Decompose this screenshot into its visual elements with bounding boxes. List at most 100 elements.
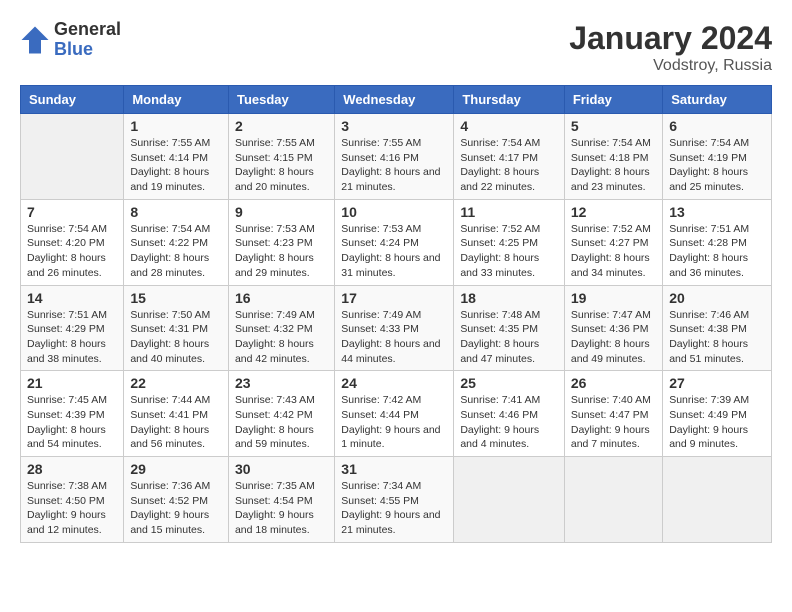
cell-day-number: 18 (460, 290, 558, 306)
cell-sunset: Sunset: 4:54 PM (235, 494, 328, 509)
cell-day-number: 26 (571, 375, 656, 391)
cell-day-number: 19 (571, 290, 656, 306)
calendar-cell: 18 Sunrise: 7:48 AM Sunset: 4:35 PM Dayl… (454, 285, 565, 371)
cell-daylight: Daylight: 8 hours and 59 minutes. (235, 423, 328, 452)
calendar-cell: 20 Sunrise: 7:46 AM Sunset: 4:38 PM Dayl… (663, 285, 772, 371)
cell-sunrise: Sunrise: 7:49 AM (341, 308, 447, 323)
cell-sunset: Sunset: 4:15 PM (235, 151, 328, 166)
page-subtitle: Vodstroy, Russia (569, 57, 772, 75)
cell-daylight: Daylight: 8 hours and 19 minutes. (130, 165, 222, 194)
calendar-week-row: 1 Sunrise: 7:55 AM Sunset: 4:14 PM Dayli… (21, 114, 772, 200)
cell-daylight: Daylight: 8 hours and 23 minutes. (571, 165, 656, 194)
cell-day-number: 9 (235, 204, 328, 220)
cell-day-number: 14 (27, 290, 117, 306)
cell-sunset: Sunset: 4:50 PM (27, 494, 117, 509)
cell-daylight: Daylight: 8 hours and 44 minutes. (341, 337, 447, 366)
cell-day-number: 7 (27, 204, 117, 220)
calendar-cell: 16 Sunrise: 7:49 AM Sunset: 4:32 PM Dayl… (228, 285, 334, 371)
calendar-cell (21, 114, 124, 200)
cell-day-number: 23 (235, 375, 328, 391)
cell-sunset: Sunset: 4:25 PM (460, 236, 558, 251)
calendar-cell (564, 457, 662, 543)
cell-sunrise: Sunrise: 7:53 AM (235, 222, 328, 237)
cell-sunset: Sunset: 4:33 PM (341, 322, 447, 337)
cell-day-number: 20 (669, 290, 765, 306)
cell-sunset: Sunset: 4:52 PM (130, 494, 222, 509)
calendar-cell: 19 Sunrise: 7:47 AM Sunset: 4:36 PM Dayl… (564, 285, 662, 371)
cell-daylight: Daylight: 8 hours and 36 minutes. (669, 251, 765, 280)
cell-day-number: 24 (341, 375, 447, 391)
cell-daylight: Daylight: 8 hours and 51 minutes. (669, 337, 765, 366)
calendar-cell: 15 Sunrise: 7:50 AM Sunset: 4:31 PM Dayl… (124, 285, 229, 371)
cell-daylight: Daylight: 9 hours and 9 minutes. (669, 423, 765, 452)
cell-sunrise: Sunrise: 7:52 AM (460, 222, 558, 237)
cell-sunrise: Sunrise: 7:40 AM (571, 393, 656, 408)
cell-daylight: Daylight: 9 hours and 4 minutes. (460, 423, 558, 452)
cell-sunset: Sunset: 4:36 PM (571, 322, 656, 337)
cell-sunrise: Sunrise: 7:55 AM (235, 136, 328, 151)
cell-daylight: Daylight: 9 hours and 15 minutes. (130, 508, 222, 537)
calendar-week-row: 28 Sunrise: 7:38 AM Sunset: 4:50 PM Dayl… (21, 457, 772, 543)
calendar-cell: 2 Sunrise: 7:55 AM Sunset: 4:15 PM Dayli… (228, 114, 334, 200)
cell-day-number: 12 (571, 204, 656, 220)
calendar-table: SundayMondayTuesdayWednesdayThursdayFrid… (20, 85, 772, 543)
calendar-cell: 22 Sunrise: 7:44 AM Sunset: 4:41 PM Dayl… (124, 371, 229, 457)
cell-day-number: 29 (130, 461, 222, 477)
calendar-cell (663, 457, 772, 543)
cell-sunset: Sunset: 4:46 PM (460, 408, 558, 423)
calendar-cell: 13 Sunrise: 7:51 AM Sunset: 4:28 PM Dayl… (663, 199, 772, 285)
calendar-cell: 12 Sunrise: 7:52 AM Sunset: 4:27 PM Dayl… (564, 199, 662, 285)
cell-sunset: Sunset: 4:18 PM (571, 151, 656, 166)
calendar-cell: 11 Sunrise: 7:52 AM Sunset: 4:25 PM Dayl… (454, 199, 565, 285)
calendar-header-cell: Monday (124, 86, 229, 114)
cell-sunrise: Sunrise: 7:55 AM (341, 136, 447, 151)
cell-daylight: Daylight: 8 hours and 29 minutes. (235, 251, 328, 280)
cell-day-number: 8 (130, 204, 222, 220)
cell-daylight: Daylight: 8 hours and 34 minutes. (571, 251, 656, 280)
calendar-cell: 29 Sunrise: 7:36 AM Sunset: 4:52 PM Dayl… (124, 457, 229, 543)
cell-sunset: Sunset: 4:27 PM (571, 236, 656, 251)
cell-day-number: 4 (460, 118, 558, 134)
calendar-cell: 6 Sunrise: 7:54 AM Sunset: 4:19 PM Dayli… (663, 114, 772, 200)
calendar-cell: 9 Sunrise: 7:53 AM Sunset: 4:23 PM Dayli… (228, 199, 334, 285)
calendar-cell: 26 Sunrise: 7:40 AM Sunset: 4:47 PM Dayl… (564, 371, 662, 457)
cell-daylight: Daylight: 8 hours and 22 minutes. (460, 165, 558, 194)
title-block: January 2024 Vodstroy, Russia (569, 20, 772, 75)
cell-day-number: 25 (460, 375, 558, 391)
cell-sunrise: Sunrise: 7:55 AM (130, 136, 222, 151)
calendar-cell: 1 Sunrise: 7:55 AM Sunset: 4:14 PM Dayli… (124, 114, 229, 200)
cell-sunset: Sunset: 4:19 PM (669, 151, 765, 166)
cell-daylight: Daylight: 8 hours and 20 minutes. (235, 165, 328, 194)
calendar-header-cell: Thursday (454, 86, 565, 114)
cell-sunrise: Sunrise: 7:54 AM (669, 136, 765, 151)
calendar-header-row: SundayMondayTuesdayWednesdayThursdayFrid… (21, 86, 772, 114)
cell-day-number: 28 (27, 461, 117, 477)
calendar-cell: 14 Sunrise: 7:51 AM Sunset: 4:29 PM Dayl… (21, 285, 124, 371)
cell-day-number: 1 (130, 118, 222, 134)
cell-sunset: Sunset: 4:42 PM (235, 408, 328, 423)
cell-daylight: Daylight: 8 hours and 33 minutes. (460, 251, 558, 280)
cell-sunset: Sunset: 4:39 PM (27, 408, 117, 423)
calendar-cell: 23 Sunrise: 7:43 AM Sunset: 4:42 PM Dayl… (228, 371, 334, 457)
cell-day-number: 21 (27, 375, 117, 391)
cell-daylight: Daylight: 8 hours and 54 minutes. (27, 423, 117, 452)
cell-daylight: Daylight: 8 hours and 31 minutes. (341, 251, 447, 280)
cell-sunrise: Sunrise: 7:45 AM (27, 393, 117, 408)
cell-sunrise: Sunrise: 7:35 AM (235, 479, 328, 494)
cell-sunset: Sunset: 4:55 PM (341, 494, 447, 509)
calendar-cell: 30 Sunrise: 7:35 AM Sunset: 4:54 PM Dayl… (228, 457, 334, 543)
cell-daylight: Daylight: 8 hours and 49 minutes. (571, 337, 656, 366)
cell-sunrise: Sunrise: 7:34 AM (341, 479, 447, 494)
calendar-week-row: 14 Sunrise: 7:51 AM Sunset: 4:29 PM Dayl… (21, 285, 772, 371)
cell-day-number: 11 (460, 204, 558, 220)
cell-sunrise: Sunrise: 7:54 AM (571, 136, 656, 151)
calendar-cell: 25 Sunrise: 7:41 AM Sunset: 4:46 PM Dayl… (454, 371, 565, 457)
calendar-cell: 31 Sunrise: 7:34 AM Sunset: 4:55 PM Dayl… (335, 457, 454, 543)
calendar-header-cell: Sunday (21, 86, 124, 114)
cell-day-number: 16 (235, 290, 328, 306)
logo: General Blue (20, 20, 121, 60)
calendar-week-row: 7 Sunrise: 7:54 AM Sunset: 4:20 PM Dayli… (21, 199, 772, 285)
calendar-cell (454, 457, 565, 543)
calendar-body: 1 Sunrise: 7:55 AM Sunset: 4:14 PM Dayli… (21, 114, 772, 543)
calendar-cell: 3 Sunrise: 7:55 AM Sunset: 4:16 PM Dayli… (335, 114, 454, 200)
